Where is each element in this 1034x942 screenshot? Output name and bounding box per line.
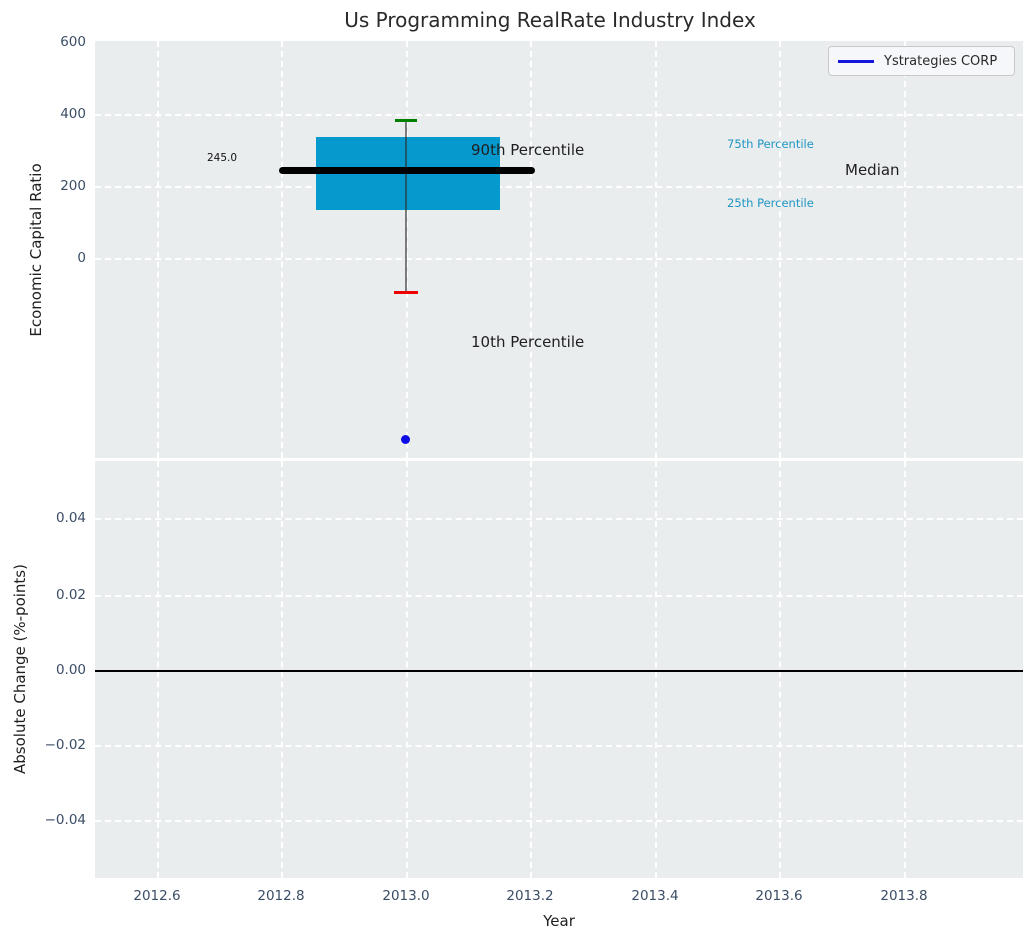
ytick-bottom: −0.04 — [0, 812, 86, 828]
gridline-h — [95, 186, 1023, 188]
gridline-v — [655, 41, 657, 458]
gridline-v — [904, 41, 906, 458]
company-data-point — [401, 435, 410, 444]
gridline-v — [530, 41, 532, 458]
xlabel: Year — [543, 912, 575, 930]
bottom-subplot — [95, 461, 1023, 878]
xtick: 2013.8 — [864, 888, 944, 904]
gridline-h — [95, 114, 1023, 116]
gridline-v — [157, 41, 159, 458]
gridline-h — [95, 595, 1023, 597]
top-ylabel: Economic Capital Ratio — [27, 163, 45, 336]
ytick-top: 600 — [0, 34, 86, 50]
chart-title: Us Programming RealRate Industry Index — [344, 8, 756, 32]
ytick-bottom: 0.04 — [0, 510, 86, 526]
gridline-v — [281, 41, 283, 458]
median-value-label: 245.0 — [207, 152, 237, 164]
p10-annotation: 10th Percentile — [471, 333, 584, 351]
xtick: 2012.8 — [241, 888, 321, 904]
whisker-line — [405, 120, 407, 293]
p10-whisker-cap — [394, 291, 418, 294]
p75-annotation: 75th Percentile — [727, 137, 814, 151]
xtick: 2013.2 — [490, 888, 570, 904]
xtick: 2012.6 — [117, 888, 197, 904]
median-line — [279, 167, 535, 174]
chart-figure: Us Programming RealRate Industry Index 9… — [0, 0, 1034, 942]
legend-line-icon — [838, 60, 874, 63]
gridline-h — [95, 820, 1023, 822]
xtick: 2013.6 — [739, 888, 819, 904]
xtick: 2013.4 — [615, 888, 695, 904]
p25-annotation: 25th Percentile — [727, 196, 814, 210]
bottom-ylabel: Absolute Change (%-points) — [11, 564, 29, 774]
p90-annotation: 90th Percentile — [471, 141, 584, 159]
gridline-h — [95, 258, 1023, 260]
median-annotation: Median — [845, 161, 900, 179]
gridline-v — [779, 41, 781, 458]
zero-reference-line — [95, 670, 1023, 672]
legend-series-label: Ystrategies CORP — [884, 54, 997, 69]
gridline-h — [95, 745, 1023, 747]
ytick-top: 400 — [0, 106, 86, 122]
p90-whisker-cap — [395, 119, 417, 122]
top-subplot: 90th Percentile 10th Percentile 75th Per… — [95, 41, 1023, 458]
gridline-h — [95, 518, 1023, 520]
xtick: 2013.0 — [366, 888, 446, 904]
legend: Ystrategies CORP — [828, 46, 1015, 76]
